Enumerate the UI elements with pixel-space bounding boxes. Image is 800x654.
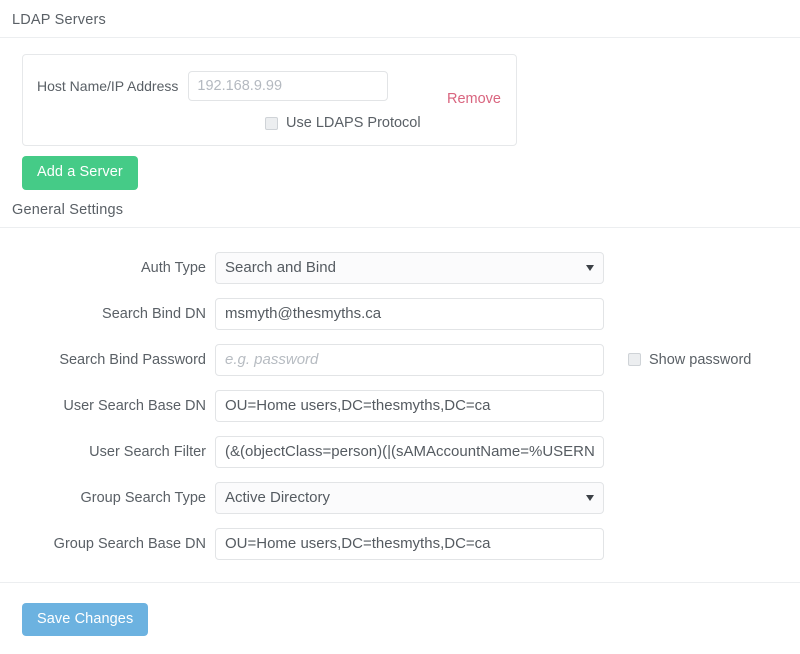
form-row-search-bind-password: Search Bind Password Show password bbox=[12, 344, 788, 376]
group-search-type-select-wrap[interactable]: Active Directory bbox=[215, 482, 604, 514]
form-row-user-search-filter: User Search Filter bbox=[12, 436, 788, 468]
auth-type-label: Auth Type bbox=[12, 260, 215, 276]
use-ldaps-row: Use LDAPS Protocol bbox=[37, 115, 502, 131]
show-password-checkbox[interactable] bbox=[628, 353, 641, 366]
auth-type-select[interactable]: Search and Bind bbox=[215, 252, 604, 284]
user-search-filter-label: User Search Filter bbox=[12, 444, 215, 460]
save-wrap: Save Changes bbox=[22, 603, 788, 637]
form-row-user-search-base-dn: User Search Base DN bbox=[12, 390, 788, 422]
add-server-wrap: Add a Server bbox=[22, 156, 788, 190]
auth-type-select-wrap[interactable]: Search and Bind bbox=[215, 252, 604, 284]
general-settings-heading: General Settings bbox=[12, 190, 788, 227]
ldap-servers-heading: LDAP Servers bbox=[12, 0, 788, 37]
search-bind-password-label: Search Bind Password bbox=[12, 352, 215, 368]
form-row-group-search-base-dn: Group Search Base DN bbox=[12, 528, 788, 560]
user-search-base-dn-label: User Search Base DN bbox=[12, 398, 215, 414]
general-settings-form: Auth Type Search and Bind Search Bind DN… bbox=[12, 252, 788, 560]
search-bind-dn-label: Search Bind DN bbox=[12, 306, 215, 322]
ldap-server-card: Host Name/IP Address Remove Use LDAPS Pr… bbox=[22, 54, 517, 146]
show-password-row: Show password bbox=[628, 352, 751, 368]
search-bind-dn-input[interactable] bbox=[215, 298, 604, 330]
show-password-label[interactable]: Show password bbox=[649, 352, 751, 368]
form-row-auth-type: Auth Type Search and Bind bbox=[12, 252, 788, 284]
add-a-server-button[interactable]: Add a Server bbox=[22, 156, 138, 190]
footer-divider bbox=[0, 582, 800, 583]
group-search-type-label: Group Search Type bbox=[12, 490, 215, 506]
use-ldaps-label[interactable]: Use LDAPS Protocol bbox=[286, 115, 421, 131]
use-ldaps-checkbox[interactable] bbox=[265, 117, 278, 130]
search-bind-password-input[interactable] bbox=[215, 344, 604, 376]
form-row-group-search-type: Group Search Type Active Directory bbox=[12, 482, 788, 514]
group-search-base-dn-label: Group Search Base DN bbox=[12, 536, 215, 552]
remove-server-link[interactable]: Remove bbox=[447, 91, 501, 107]
heading-divider-top bbox=[0, 37, 800, 38]
user-search-filter-input[interactable] bbox=[215, 436, 604, 468]
form-row-search-bind-dn: Search Bind DN bbox=[12, 298, 788, 330]
user-search-base-dn-input[interactable] bbox=[215, 390, 604, 422]
host-name-input[interactable] bbox=[188, 71, 388, 101]
save-changes-button[interactable]: Save Changes bbox=[22, 603, 148, 637]
ldap-settings-page: LDAP Servers Host Name/IP Address Remove… bbox=[0, 0, 800, 654]
host-row: Host Name/IP Address bbox=[37, 71, 502, 101]
group-search-type-select[interactable]: Active Directory bbox=[215, 482, 604, 514]
heading-divider-general bbox=[0, 227, 800, 228]
host-name-label: Host Name/IP Address bbox=[37, 78, 178, 94]
group-search-base-dn-input[interactable] bbox=[215, 528, 604, 560]
